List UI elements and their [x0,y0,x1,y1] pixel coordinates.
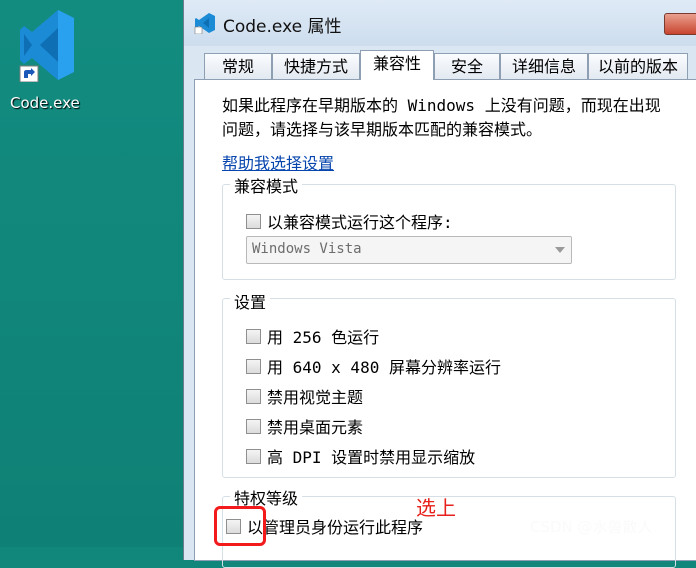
chevron-down-icon [555,247,565,253]
run-as-admin-label: 以管理员身份运行此程序 [247,518,424,537]
tab-security[interactable]: 安全 [434,53,500,79]
compat-mode-checkbox-label: 以兼容模式运行这个程序: [267,213,453,232]
checkbox-box[interactable] [246,388,261,404]
compat-mode-checkbox[interactable]: 以兼容模式运行这个程序: [246,210,453,232]
tab-general[interactable]: 常规 [204,53,272,79]
red-highlight-box [214,506,266,546]
dialog-title: Code.exe 属性 [223,17,342,37]
option-label: 高 DPI 设置时禁用显示缩放 [267,448,476,467]
dialog-titlebar[interactable]: Code.exe 属性 [184,0,696,46]
option-label: 用 256 色运行 [267,328,380,347]
tab-shortcut[interactable]: 快捷方式 [272,53,360,79]
watermark: CSDN @水兽散人 [530,518,653,536]
option-640x480[interactable]: 用 640 x 480 屏幕分辨率运行 [246,355,501,377]
vscode-icon [19,10,74,82]
tab-previous-versions[interactable]: 以前的版本 [588,53,688,79]
desktop-shortcut-code[interactable]: Code.exe [6,8,88,112]
compat-os-select[interactable]: Windows Vista [246,236,572,264]
compatibility-description: 如果此程序在早期版本的 Windows 上没有问题，而现在出现问题，请选择与该早… [222,96,661,139]
checkbox-box[interactable] [246,358,261,374]
checkbox-box[interactable] [246,328,261,344]
settings-group-title: 设置 [230,289,271,313]
option-label: 用 640 x 480 屏幕分辨率运行 [267,358,501,377]
help-choose-settings-link[interactable]: 帮助我选择设置 [222,150,334,174]
checkbox-box[interactable] [246,448,261,464]
option-disable-visual-themes[interactable]: 禁用视觉主题 [246,385,363,407]
option-label: 禁用桌面元素 [267,418,364,437]
compat-os-select-value: Windows Vista [252,241,362,257]
close-button[interactable] [664,13,696,35]
tab-compatibility[interactable]: 兼容性 [360,50,434,80]
app-icon [194,13,215,34]
compat-mode-title: 兼容模式 [230,173,303,197]
annotation-text: 选上 [416,496,456,520]
option-256-colors[interactable]: 用 256 色运行 [246,325,379,347]
checkbox-box[interactable] [246,418,261,434]
desktop-icon-label: Code.exe [10,94,80,112]
checkbox-box[interactable] [246,213,261,229]
tab-details[interactable]: 详细信息 [500,53,588,79]
properties-dialog: Code.exe 属性 常规 快捷方式 兼容性 安全 详细信息 以前的版本 如果… [183,0,696,568]
option-disable-desktop-composition[interactable]: 禁用桌面元素 [246,415,363,437]
option-disable-dpi-scaling[interactable]: 高 DPI 设置时禁用显示缩放 [246,445,475,467]
option-label: 禁用视觉主题 [267,388,364,407]
tab-bar: 常规 快捷方式 兼容性 安全 详细信息 以前的版本 [194,50,696,80]
